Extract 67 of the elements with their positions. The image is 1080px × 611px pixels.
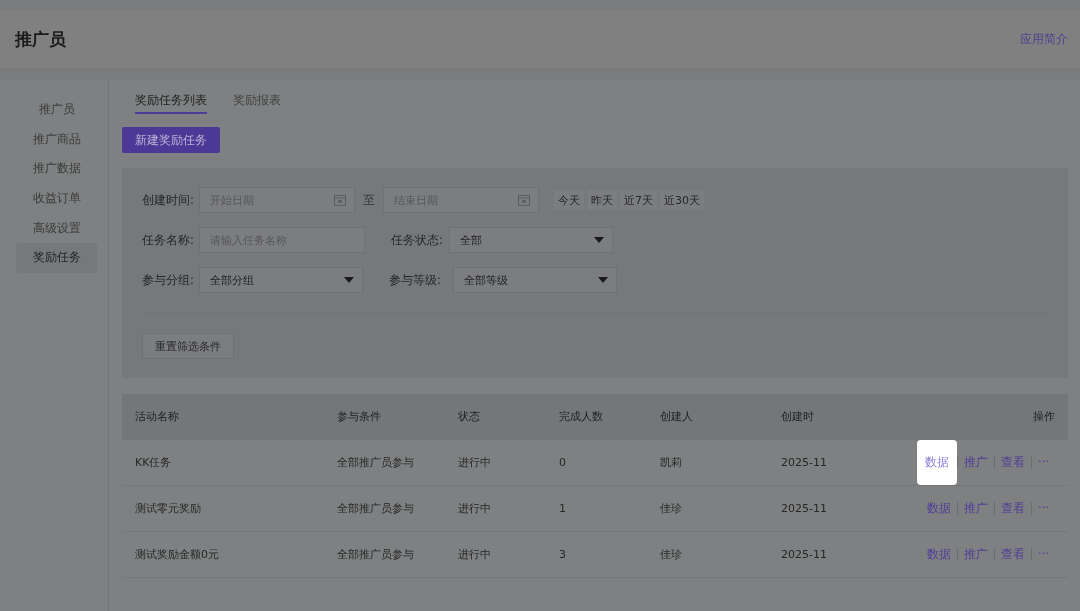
field-label: 创建时间: bbox=[142, 192, 195, 208]
table-cell-text: 3 bbox=[559, 548, 567, 561]
field-label: 任务名称: bbox=[142, 232, 195, 248]
table-cell-text: 测试奖励金额0元 bbox=[135, 547, 220, 562]
sidebar-item[interactable]: 推广商品 bbox=[16, 124, 97, 155]
sidebar-item[interactable]: 奖励任务 bbox=[16, 242, 97, 273]
action-link[interactable]: 数据 bbox=[917, 440, 958, 485]
table-cell-text: 测试零元奖励 bbox=[135, 501, 202, 516]
column-header: 创建人 bbox=[660, 409, 694, 424]
reset-filters-button[interactable]: 重置筛选条件 bbox=[142, 333, 234, 359]
status-select[interactable]: 全部 bbox=[449, 227, 613, 253]
sidebar-item[interactable]: 高级设置 bbox=[16, 213, 97, 243]
table-cell-text: 佳珍 bbox=[660, 501, 683, 516]
table-cell-text: 2025-11 bbox=[781, 456, 828, 469]
action-link[interactable]: 数据 bbox=[921, 548, 958, 561]
caret-icon bbox=[594, 237, 604, 243]
page-title: 推广员 bbox=[15, 27, 66, 51]
table-cell-text: 进行中 bbox=[458, 455, 492, 470]
separator-text: 至 bbox=[363, 192, 375, 208]
intro-link[interactable]: 应用简介 bbox=[1020, 30, 1068, 48]
column-header: 创建时 bbox=[781, 409, 815, 424]
table-cell-text: 全部推广员参与 bbox=[337, 455, 415, 470]
create-task-button[interactable]: 新建奖励任务 bbox=[122, 127, 220, 153]
field-label: 任务状态: bbox=[391, 232, 444, 248]
more-link[interactable]: ··· bbox=[1031, 502, 1055, 515]
tab[interactable]: 奖励任务列表 bbox=[135, 93, 207, 114]
quick-date-button[interactable]: 近7天 bbox=[620, 190, 657, 210]
level-select[interactable]: 全部等级 bbox=[453, 267, 617, 293]
table-cell-text: 进行中 bbox=[458, 501, 492, 516]
action-link[interactable]: 查看 bbox=[994, 502, 1032, 515]
tab[interactable]: 奖励报表 bbox=[233, 93, 281, 114]
column-header: 活动名称 bbox=[135, 409, 180, 424]
sidebar-item[interactable]: 收益订单 bbox=[16, 183, 97, 214]
calendar-icon bbox=[518, 194, 530, 206]
column-header: 状态 bbox=[458, 409, 481, 424]
quick-date-button[interactable]: 近30天 bbox=[660, 190, 704, 210]
action-link[interactable]: 数据 bbox=[921, 502, 958, 515]
quick-date-button[interactable]: 今天 bbox=[554, 190, 584, 210]
table-cell-text: 1 bbox=[559, 502, 567, 515]
table-cell-text: 全部推广员参与 bbox=[337, 501, 415, 516]
table-cell-text: 0 bbox=[559, 456, 567, 469]
column-header: 操作 bbox=[1032, 409, 1055, 424]
caret-icon bbox=[344, 277, 354, 283]
action-link[interactable]: 查看 bbox=[994, 548, 1032, 561]
table-cell-text: 佳珍 bbox=[660, 547, 683, 562]
field-label: 参与分组: bbox=[142, 272, 195, 288]
quick-date-button[interactable]: 昨天 bbox=[587, 190, 617, 210]
table-cell-text: 全部推广员参与 bbox=[337, 547, 415, 562]
table-cell-text: 2025-11 bbox=[781, 548, 828, 561]
caret-icon bbox=[598, 277, 608, 283]
table-cell-text: 凯莉 bbox=[660, 455, 683, 470]
action-link[interactable]: 推广 bbox=[957, 502, 995, 515]
column-header: 参与条件 bbox=[337, 409, 382, 424]
more-link[interactable]: ··· bbox=[1031, 456, 1055, 469]
action-link[interactable]: 推广 bbox=[957, 456, 995, 469]
sidebar-item[interactable]: 推广员 bbox=[16, 95, 97, 125]
field-label: 参与等级: bbox=[389, 272, 442, 288]
table-cell-text: 进行中 bbox=[458, 547, 492, 562]
calendar-icon bbox=[334, 194, 346, 206]
table-cell-text: 2025-11 bbox=[781, 502, 828, 515]
sidebar-item[interactable]: 推广数据 bbox=[16, 154, 97, 184]
action-link[interactable]: 推广 bbox=[957, 548, 995, 561]
action-link[interactable]: 查看 bbox=[994, 456, 1032, 469]
column-header: 完成人数 bbox=[559, 409, 604, 424]
table-cell-text: KK任务 bbox=[135, 455, 173, 470]
group-select[interactable]: 全部分组 bbox=[199, 267, 363, 293]
more-link[interactable]: ··· bbox=[1031, 548, 1055, 561]
